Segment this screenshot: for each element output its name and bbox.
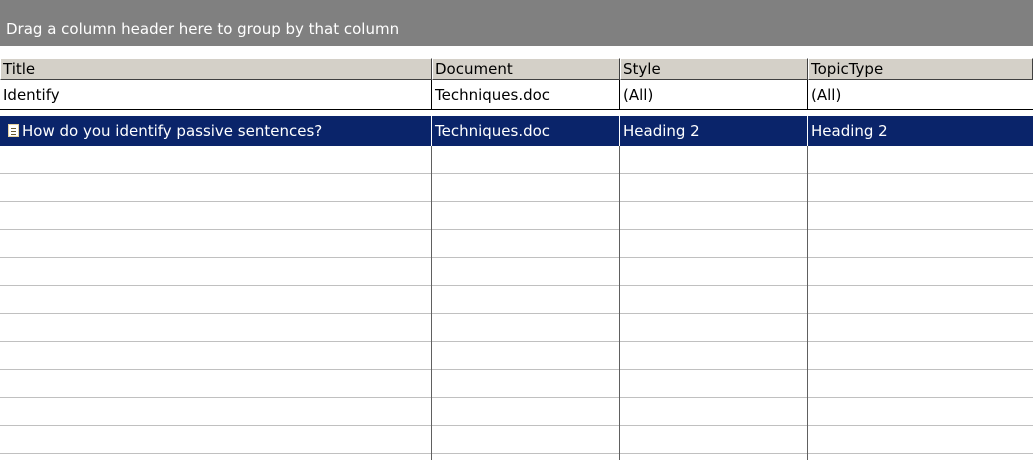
- row-title-cell[interactable]: How do you identify passive sentences?: [0, 116, 432, 146]
- column-header-topictype[interactable]: TopicType: [808, 58, 1033, 80]
- filter-title-cell[interactable]: Identify: [0, 80, 432, 109]
- filter-style-cell[interactable]: (All): [620, 80, 808, 109]
- column-divider: [619, 146, 620, 460]
- filter-document-cell[interactable]: Techniques.doc: [432, 80, 620, 109]
- column-divider: [807, 146, 808, 460]
- column-header-row: Title Document Style TopicType: [0, 58, 1033, 80]
- column-header-document[interactable]: Document: [432, 58, 620, 80]
- filter-topictype-cell[interactable]: (All): [808, 80, 1033, 109]
- document-icon: [8, 124, 19, 137]
- row-topictype-cell[interactable]: Heading 2: [808, 116, 1033, 146]
- table-row[interactable]: How do you identify passive sentences? T…: [0, 116, 1033, 146]
- row-style-cell[interactable]: Heading 2: [620, 116, 808, 146]
- column-header-title[interactable]: Title: [0, 58, 432, 80]
- column-divider: [431, 146, 432, 460]
- group-by-panel[interactable]: Drag a column header here to group by th…: [0, 0, 1033, 46]
- column-header-style[interactable]: Style: [620, 58, 808, 80]
- row-title-text: How do you identify passive sentences?: [22, 122, 323, 140]
- row-document-cell[interactable]: Techniques.doc: [432, 116, 620, 146]
- empty-rows-area: [0, 146, 1033, 460]
- group-by-hint: Drag a column header here to group by th…: [6, 20, 400, 38]
- filter-row: Identify Techniques.doc (All) (All): [0, 80, 1033, 110]
